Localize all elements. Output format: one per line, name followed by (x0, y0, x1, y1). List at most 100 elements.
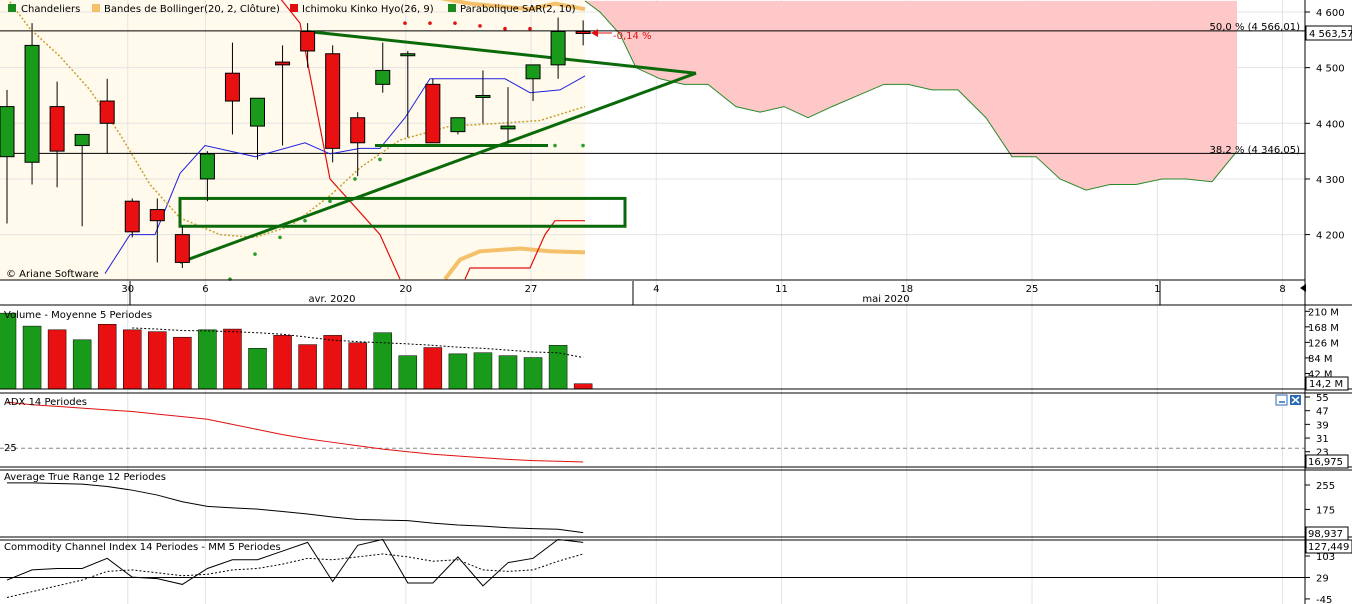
volume-bar (298, 344, 317, 390)
adx-y-tick-label: 55 (1316, 393, 1329, 404)
candle-body (250, 97, 265, 127)
copyright: © Ariane Software (6, 269, 99, 280)
legend-swatch-bollinger (92, 4, 100, 12)
y-tick-label: 4 300 (1316, 175, 1345, 186)
x-tick-label: 8 (1279, 284, 1285, 295)
volume-y-tick-label: 126 M (1308, 338, 1339, 349)
volume-bar (448, 353, 468, 390)
volume-bar (323, 335, 342, 390)
volume-bar (348, 342, 367, 390)
fib-38-label: 38,2 % (4 346,05) (1210, 145, 1301, 156)
x-tick-label: 11 (775, 284, 788, 295)
sar-dot (278, 235, 282, 240)
x-tick-label: 6 (202, 284, 208, 295)
legend-candles: Chandeliers (21, 4, 80, 15)
cci-title: Commodity Channel Index 14 Periodes - MM… (4, 542, 281, 553)
candle-body (300, 30, 316, 52)
candle-body (575, 30, 591, 34)
volume-bar (473, 352, 493, 390)
x-tick-label: 27 (525, 284, 538, 295)
legend-swatch-sar (448, 4, 456, 12)
volume-bar (248, 348, 267, 390)
candle-body (49, 106, 65, 152)
candle-body (224, 72, 240, 102)
volume-title: Volume - Moyenne 5 Periodes (4, 310, 152, 321)
atr-title: Average True Range 12 Periodes (4, 472, 166, 483)
atr-last-label: 98,937 (1308, 529, 1343, 540)
volume-bar (198, 329, 217, 390)
volume-bar (223, 328, 242, 390)
sar-dot (581, 143, 585, 148)
adx-y-tick-label: 39 (1316, 420, 1329, 431)
adx-y-tick-label: 47 (1316, 407, 1329, 418)
x-tick-label: 30 (121, 284, 134, 295)
atr-y-tick-label: 255 (1316, 481, 1335, 492)
candle-body (24, 44, 40, 163)
x-tick-label: 4 (653, 284, 659, 295)
volume-bar (373, 332, 392, 390)
volume-bar (423, 347, 443, 390)
candle-body (425, 83, 441, 144)
sar-dot (403, 21, 407, 25)
sar-dot (328, 199, 332, 204)
candle-body (375, 69, 391, 85)
legend-swatch-candles (8, 4, 16, 12)
volume-bar (123, 329, 142, 390)
cci-y-tick-label: -45 (1316, 595, 1332, 604)
y-tick-label: 4 400 (1316, 119, 1345, 130)
cci-last-label: 127,449 (1308, 542, 1349, 553)
change-label: -0,14 % (613, 31, 652, 42)
sar-dot (303, 218, 307, 223)
minimize-panel-button[interactable] (1275, 394, 1288, 406)
legend-bollinger: Bandes de Bollinger(20, 2, Clôture) (104, 3, 280, 15)
candle-body (99, 100, 115, 124)
adx-reference-label: 25 (4, 443, 17, 454)
candle-body (400, 53, 416, 57)
volume-bar (72, 339, 92, 390)
sar-dot (503, 26, 507, 31)
adx-title: ADX 14 Periodes (4, 397, 87, 408)
y-tick-label: 4 200 (1316, 231, 1345, 242)
month-label-avr: avr. 2020 (308, 294, 355, 305)
candle-body (500, 125, 516, 130)
volume-y-tick-label: 210 M (1308, 307, 1339, 318)
candle-body (525, 64, 541, 80)
volume-bar (548, 345, 568, 390)
sar-dot (478, 24, 482, 28)
sar-dot (378, 157, 382, 162)
volume-bar (22, 325, 42, 390)
adx-last-label: 16,975 (1308, 457, 1343, 468)
legend-swatch-ichimoku (290, 4, 298, 12)
volume-bar (498, 355, 518, 390)
sar-dot (353, 177, 357, 181)
volume-last-label: 14,2 M (1309, 379, 1343, 390)
candle-body (275, 61, 291, 66)
candle-body (350, 117, 366, 144)
volume-y-tick-label: 84 M (1308, 354, 1333, 365)
sar-dot (453, 21, 457, 25)
candle-body (199, 153, 215, 180)
volume-bar (398, 355, 418, 390)
volume-bar (173, 336, 192, 390)
y-tick-label: 4 500 (1316, 64, 1345, 75)
candle-body (74, 133, 90, 147)
x-tick-label: 20 (399, 284, 412, 295)
sar-dot (253, 252, 257, 256)
sar-dot (553, 143, 557, 148)
volume-bar (273, 335, 292, 390)
month-label-mai: mai 2020 (862, 294, 909, 305)
candle-body (450, 117, 466, 133)
candle-body (325, 53, 341, 149)
volume-y-tick-label: 168 M (1308, 323, 1339, 334)
y-tick-label: 4 600 (1316, 8, 1345, 19)
sar-dot (428, 21, 432, 25)
volume-bar (47, 329, 67, 390)
volume-bar (523, 357, 543, 390)
chart-canvas: 210 M168 M126 M84 M42 M 5547393123 25517… (0, 0, 1352, 604)
candle-body (475, 94, 491, 98)
cci-y-tick-label: 29 (1316, 573, 1329, 584)
volume-bar (97, 324, 117, 390)
legend-ichimoku: Ichimoku Kinko Hyo(26, 9) (302, 4, 434, 15)
legend-sar: Parabolique SAR(2, 10) (460, 4, 576, 15)
fib-50-label: 50,0 % (4 566,01) (1210, 22, 1301, 33)
